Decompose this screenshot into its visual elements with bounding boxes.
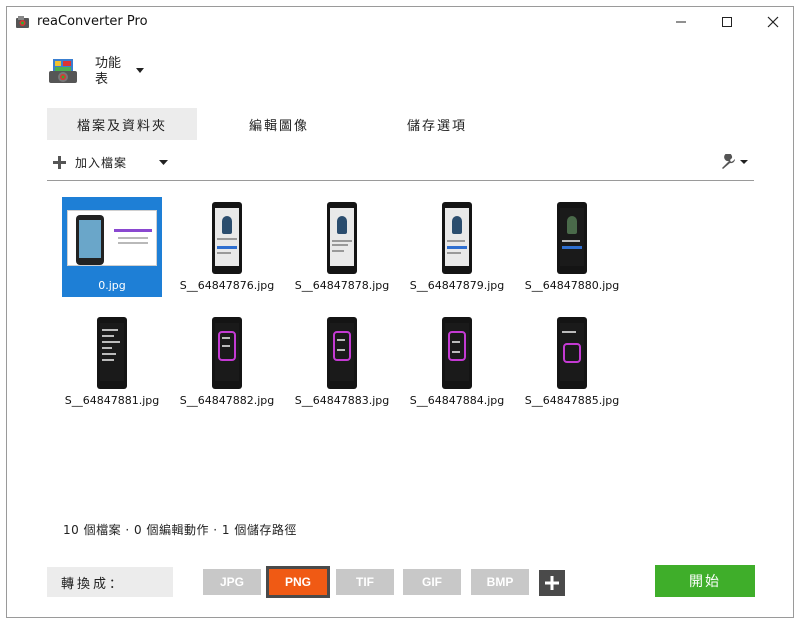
file-thumbnail xyxy=(292,201,392,275)
chevron-down-icon[interactable] xyxy=(135,67,145,75)
maximize-button[interactable] xyxy=(704,7,750,37)
file-thumbnail xyxy=(177,316,277,390)
add-format-button[interactable] xyxy=(539,570,565,596)
convert-to-label: 轉換成： xyxy=(47,567,173,597)
title-bar: reaConverter Pro xyxy=(7,7,793,37)
app-window: reaConverter Pro 功能表 檔案及資料夾 編輯圖像 儲存選項 加入… xyxy=(6,6,794,618)
add-files-label: 加入檔案 xyxy=(75,155,128,170)
app-logo-icon xyxy=(16,16,29,28)
close-button[interactable] xyxy=(750,7,796,37)
file-name: S__64847880.jpg xyxy=(524,279,620,292)
file-thumbnail xyxy=(62,201,162,275)
file-item[interactable]: S__64847878.jpg xyxy=(292,197,392,297)
chevron-down-icon[interactable] xyxy=(159,160,168,166)
file-thumbnail xyxy=(62,316,162,390)
window-title: reaConverter Pro xyxy=(37,14,148,29)
tab-files-folders[interactable]: 檔案及資料夾 xyxy=(47,108,197,140)
file-item[interactable]: S__64847881.jpg xyxy=(62,312,162,412)
file-item[interactable]: S__64847882.jpg xyxy=(177,312,277,412)
minimize-icon xyxy=(676,21,686,23)
start-button[interactable]: 開始 xyxy=(655,565,755,597)
format-button-png[interactable]: PNG xyxy=(266,566,330,598)
menu-label[interactable]: 功能表 xyxy=(95,56,125,88)
close-icon xyxy=(767,16,779,28)
maximize-icon xyxy=(722,17,732,27)
format-button-jpg[interactable]: JPG xyxy=(203,569,261,595)
format-button-tif[interactable]: TIF xyxy=(336,569,394,595)
file-item[interactable]: S__64847880.jpg xyxy=(522,197,622,297)
format-button-gif[interactable]: GIF xyxy=(403,569,461,595)
file-thumbnail xyxy=(292,316,392,390)
file-item[interactable]: 0.jpg xyxy=(62,197,162,297)
file-name: S__64847885.jpg xyxy=(524,394,620,407)
wrench-icon[interactable] xyxy=(719,154,749,170)
add-files-button[interactable]: 加入檔案 xyxy=(53,153,127,171)
file-thumbnail xyxy=(522,201,622,275)
status-summary: 10 個檔案 · 0 個編輯動作 · 1 個儲存路徑 xyxy=(63,523,297,537)
file-thumbnail xyxy=(177,201,277,275)
file-thumbnail xyxy=(522,316,622,390)
plus-icon xyxy=(545,576,559,590)
file-item[interactable]: S__64847883.jpg xyxy=(292,312,392,412)
file-thumbnail xyxy=(407,201,507,275)
file-item[interactable]: S__64847884.jpg xyxy=(407,312,507,412)
file-item[interactable]: S__64847879.jpg xyxy=(407,197,507,297)
tab-edit-images[interactable]: 編輯圖像 xyxy=(219,108,339,140)
toolbar-divider xyxy=(47,180,754,181)
file-item[interactable]: S__64847885.jpg xyxy=(522,312,622,412)
file-item[interactable]: S__64847876.jpg xyxy=(177,197,277,297)
minimize-button[interactable] xyxy=(658,7,704,37)
format-button-bmp[interactable]: BMP xyxy=(471,569,529,595)
plus-icon xyxy=(53,155,66,169)
tab-save-options[interactable]: 儲存選項 xyxy=(377,108,497,140)
file-thumbnail xyxy=(407,316,507,390)
menu-app-icon[interactable] xyxy=(47,57,79,87)
